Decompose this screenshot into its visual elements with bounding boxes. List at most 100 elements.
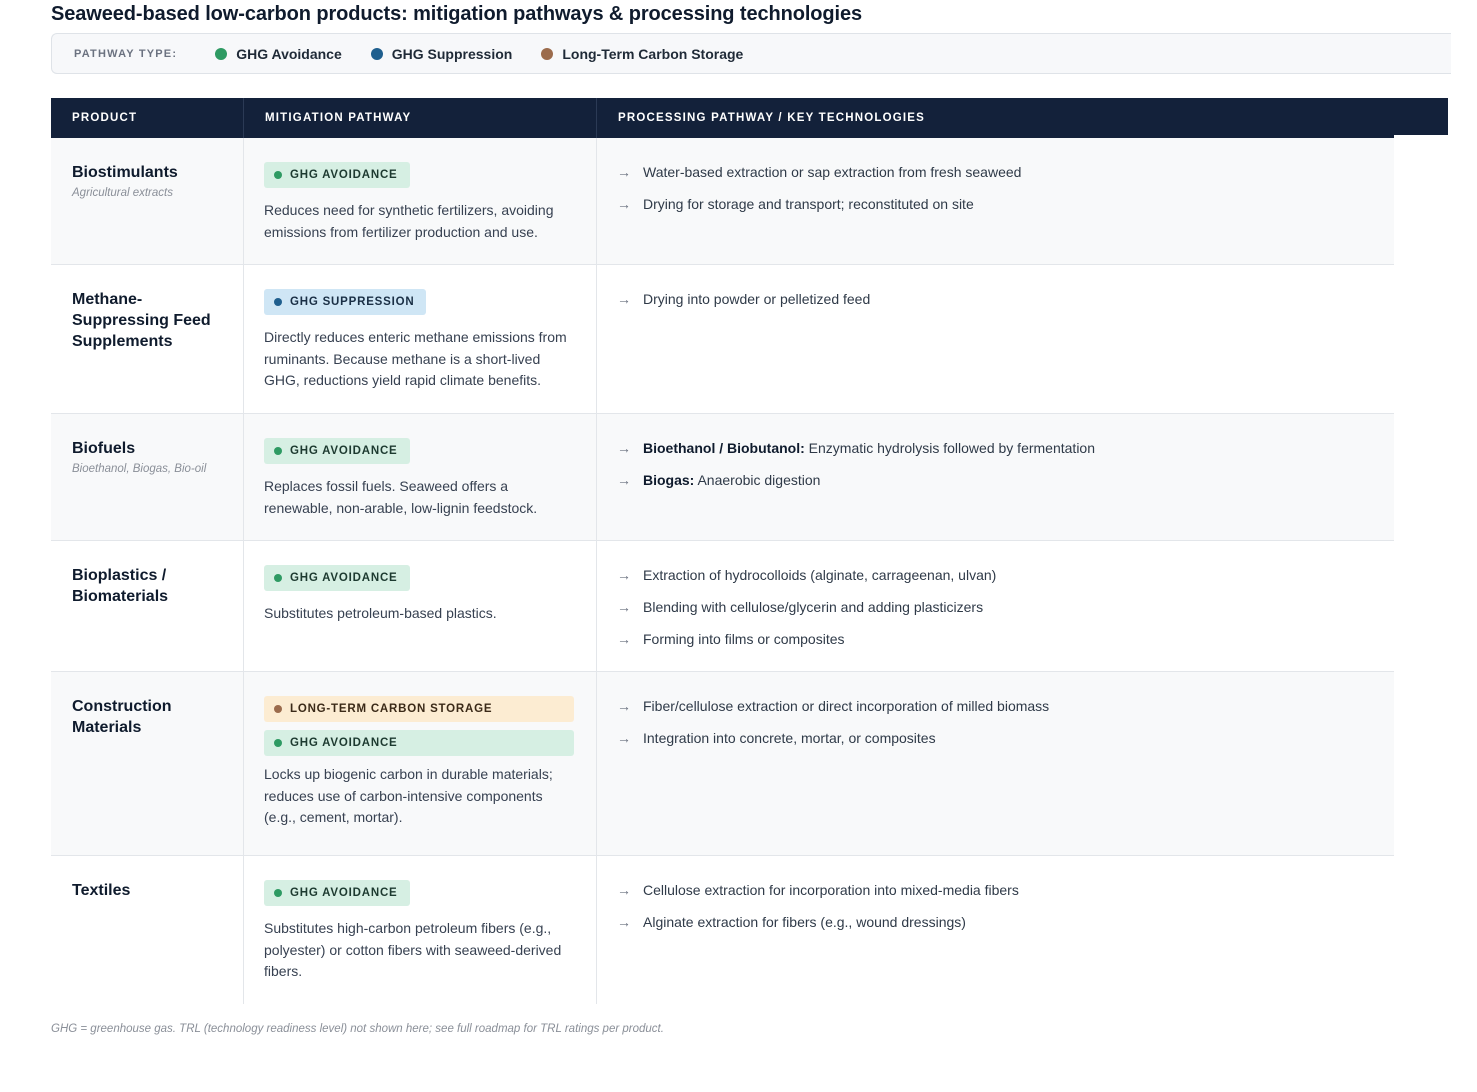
badge-label: GHG AVOIDANCE — [290, 737, 398, 749]
processing-term: Bioethanol / Biobutanol: — [643, 440, 805, 456]
processing-text: Alginate extraction for fibers (e.g., wo… — [643, 914, 966, 930]
product-name: Construction Materials — [72, 698, 172, 736]
column-header-product: PRODUCT — [72, 112, 138, 124]
arrow-right-icon: → — [617, 631, 631, 647]
badge-long-term-carbon-storage: LONG-TERM CARBON STORAGE — [264, 696, 574, 722]
mitigation-cell: GHG SUPPRESSION Directly reduces enteric… — [243, 265, 596, 413]
processing-text: Forming into films or composites — [643, 631, 845, 647]
product-cell: Biostimulants Agricultural extracts — [51, 138, 243, 264]
green-dot-icon — [274, 171, 282, 179]
table-row: Methane-Suppressing Feed Supplements GHG… — [51, 265, 1394, 414]
table-row: Biofuels Bioethanol, Biogas, Bio-oil GHG… — [51, 414, 1394, 541]
badge-label: GHG AVOIDANCE — [290, 169, 398, 181]
legend-item-label: Long-Term Carbon Storage — [562, 45, 744, 62]
mitigation-description: Locks up biogenic carbon in durable mate… — [264, 766, 553, 825]
mitigation-cell: GHG AVOIDANCE Reduces need for synthetic… — [243, 138, 596, 264]
arrow-right-icon: → — [617, 196, 631, 212]
badge-label: GHG AVOIDANCE — [290, 445, 398, 457]
product-name: Biostimulants — [72, 164, 178, 181]
green-dot-icon — [274, 447, 282, 455]
processing-text: Integration into concrete, mortar, or co… — [643, 730, 936, 746]
legend-item-carbon-storage: Long-Term Carbon Storage — [541, 46, 743, 62]
product-cell: Bioplastics / Biomaterials — [51, 541, 243, 671]
product-cell: Methane-Suppressing Feed Supplements — [51, 265, 243, 413]
product-name: Methane-Suppressing Feed Supplements — [72, 291, 211, 350]
products-table: PRODUCT MITIGATION PATHWAY PROCESSING PA… — [51, 98, 1448, 1004]
arrow-right-icon: → — [617, 440, 631, 456]
green-dot-icon — [215, 47, 228, 60]
list-item: → Drying for storage and transport; recon… — [617, 194, 1374, 214]
legend: PATHWAY TYPE: GHG Avoidance GHG Suppress… — [51, 33, 1451, 74]
arrow-right-icon: → — [617, 472, 631, 488]
product-subtitle: Agricultural extracts — [72, 187, 173, 199]
mitigation-cell: GHG AVOIDANCE Substitutes petroleum-base… — [243, 541, 596, 671]
table-row: Biostimulants Agricultural extracts GHG … — [51, 138, 1394, 265]
badge-label: GHG AVOIDANCE — [290, 572, 398, 584]
brown-dot-icon — [274, 705, 282, 713]
processing-cell: → Drying into powder or pelletized feed — [596, 265, 1394, 413]
legend-item-ghg-suppression: GHG Suppression — [370, 45, 513, 62]
badge-ghg-avoidance: GHG AVOIDANCE — [264, 565, 410, 591]
badge-label: LONG-TERM CARBON STORAGE — [290, 703, 493, 715]
column-header-mitigation: MITIGATION PATHWAY — [243, 98, 596, 138]
processing-cell: → Water-based extraction or sap extractio… — [596, 138, 1394, 264]
product-cell: Construction Materials — [51, 672, 243, 855]
badge-label: GHG SUPPRESSION — [290, 296, 415, 308]
processing-cell: → Cellulose extraction for incorporation … — [596, 856, 1394, 1004]
processing-text: Blending with cellulose/glycerin and add… — [643, 599, 984, 615]
product-cell: Textiles — [51, 856, 243, 1004]
arrow-right-icon: → — [617, 567, 631, 583]
legend-item-label: GHG Avoidance — [236, 45, 342, 62]
blue-dot-icon — [370, 47, 383, 60]
mitigation-description: Replaces fossil fuels. Seaweed offers a … — [264, 478, 538, 516]
table-header: PRODUCT MITIGATION PATHWAY PROCESSING PA… — [51, 98, 1448, 138]
list-item: → Alginate extraction for fibers (e.g., w… — [617, 912, 1374, 932]
list-item: → Water-based extraction or sap extractio… — [617, 162, 1374, 182]
processing-cell: → Fiber/cellulose extraction or direct in… — [596, 672, 1394, 855]
list-item: → Integration into concrete, mortar, or c… — [617, 728, 1374, 748]
arrow-right-icon: → — [617, 164, 631, 180]
badge-ghg-avoidance: GHG AVOIDANCE — [264, 880, 410, 906]
processing-text: Anaerobic digestion — [694, 472, 821, 488]
mitigation-description: Substitutes high-carbon petroleum fibers… — [264, 920, 562, 979]
mitigation-description: Reduces need for synthetic fertilizers, … — [264, 202, 554, 240]
green-dot-icon — [274, 889, 282, 897]
product-name: Bioplastics / Biomaterials — [72, 567, 169, 605]
arrow-right-icon: → — [617, 698, 631, 714]
mitigation-cell: GHG AVOIDANCE Substitutes high-carbon pe… — [243, 856, 596, 1004]
mitigation-description: Directly reduces enteric methane emissio… — [264, 329, 567, 388]
brown-dot-icon — [541, 47, 554, 60]
blue-dot-icon — [274, 298, 282, 306]
arrow-right-icon: → — [617, 914, 631, 930]
arrow-right-icon: → — [617, 882, 631, 898]
legend-item-label: GHG Suppression — [391, 45, 513, 62]
badge-ghg-avoidance: GHG AVOIDANCE — [264, 438, 410, 464]
green-dot-icon — [274, 739, 282, 747]
processing-text: Drying into powder or pelletized feed — [643, 291, 871, 307]
mitigation-cell: GHG AVOIDANCE Replaces fossil fuels. Sea… — [243, 414, 596, 540]
processing-cell: → Extraction of hydrocolloids (alginate, … — [596, 541, 1394, 671]
processing-text: Extraction of hydrocolloids (alginate, c… — [643, 567, 997, 583]
legend-label: PATHWAY TYPE: — [74, 47, 178, 60]
arrow-right-icon: → — [617, 291, 631, 307]
product-subtitle: Bioethanol, Biogas, Bio-oil — [72, 463, 207, 475]
table-row: Construction Materials LONG-TERM CARBON … — [51, 672, 1394, 856]
list-item: → Cellulose extraction for incorporation … — [617, 880, 1374, 900]
mitigation-cell: LONG-TERM CARBON STORAGE GHG AVOIDANCE L… — [243, 672, 596, 855]
table-row: Bioplastics / Biomaterials GHG AVOIDANCE… — [51, 541, 1394, 672]
arrow-right-icon: → — [617, 599, 631, 615]
badge-ghg-avoidance: GHG AVOIDANCE — [264, 730, 574, 756]
list-item: → Fiber/cellulose extraction or direct in… — [617, 696, 1374, 716]
badge-ghg-avoidance: GHG AVOIDANCE — [264, 162, 410, 188]
list-item: → Biogas: Anaerobic digestion — [617, 470, 1374, 490]
green-dot-icon — [274, 574, 282, 582]
processing-text: Fiber/cellulose extraction or direct inc… — [643, 698, 1050, 714]
list-item: → Blending with cellulose/glycerin and ad… — [617, 597, 1374, 617]
processing-text: Cellulose extraction for incorporation i… — [643, 882, 1019, 898]
mitigation-description: Substitutes petroleum-based plastics. — [264, 605, 497, 621]
processing-text: Water-based extraction or sap extraction… — [643, 164, 1022, 180]
list-item: → Drying into powder or pelletized feed — [617, 289, 1374, 309]
product-name: Biofuels — [72, 440, 136, 457]
list-item: → Extraction of hydrocolloids (alginate, … — [617, 565, 1374, 585]
page-title: Seaweed-based low-carbon products: mitig… — [51, 3, 863, 25]
